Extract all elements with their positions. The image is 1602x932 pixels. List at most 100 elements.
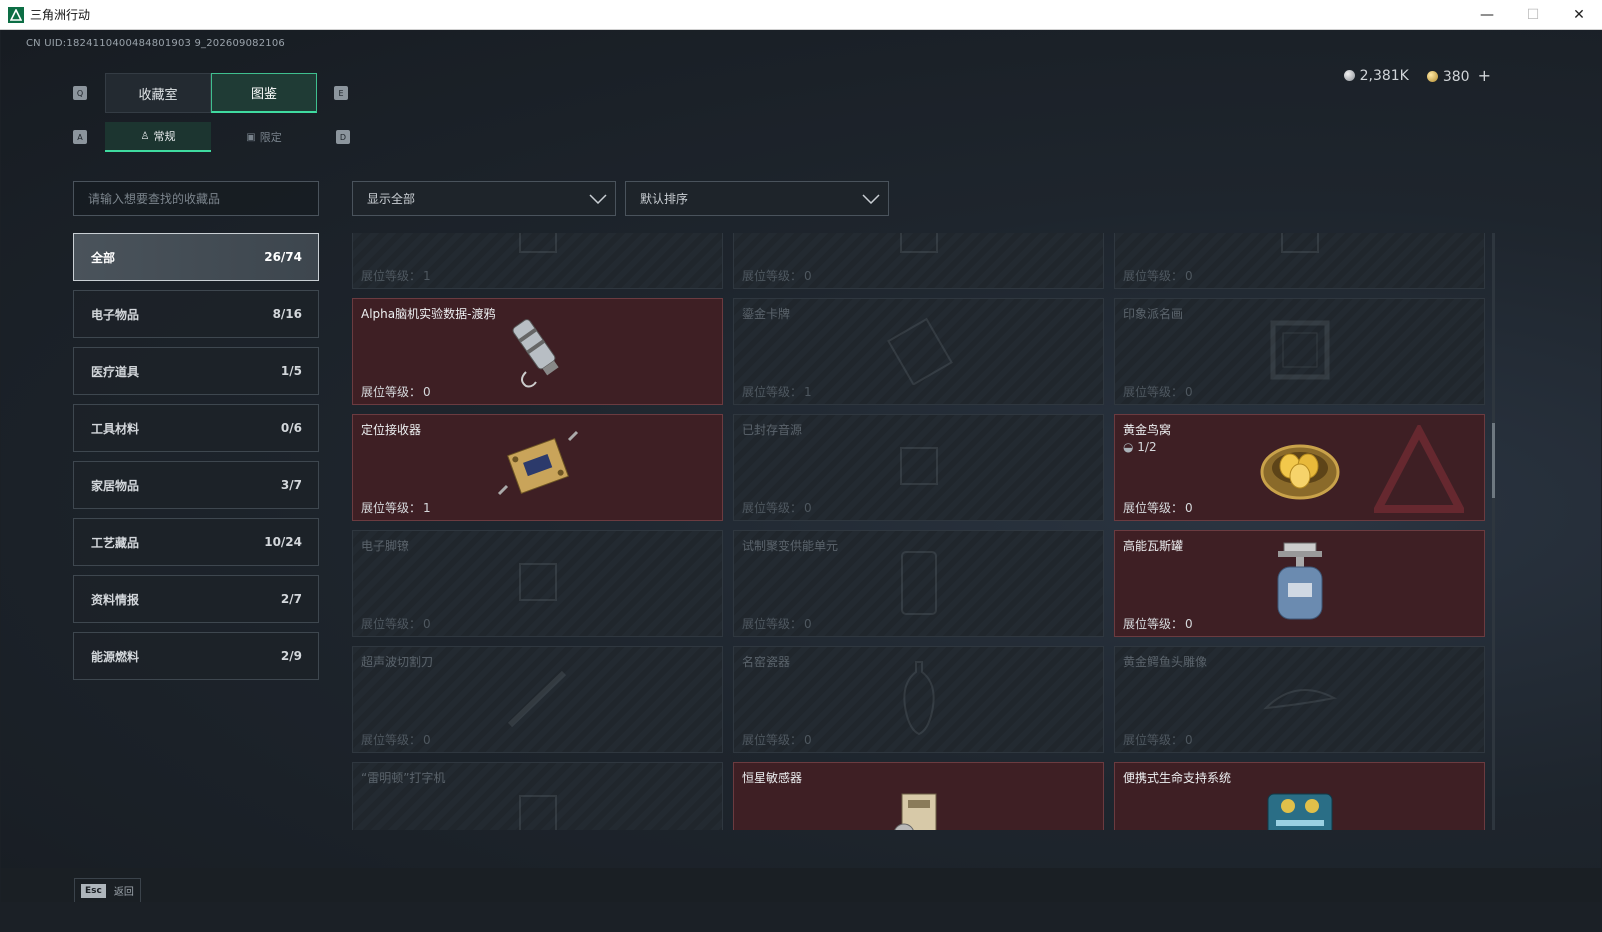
collection-card-name: 黄金鸟窝: [1123, 423, 1172, 437]
collection-card-level: 展位等级： 0: [1123, 615, 1193, 632]
scrollbar-thumb[interactable]: [1492, 423, 1495, 498]
category-item[interactable]: 家居物品 3/7: [73, 461, 319, 509]
category-count: 0/6: [280, 421, 302, 435]
collection-search-input[interactable]: [73, 181, 319, 216]
collection-card-level: 展位等级： 0: [742, 499, 812, 516]
collection-card[interactable]: 印象派名画 展位等级： 0: [1114, 298, 1485, 405]
close-button[interactable]: ✕: [1556, 0, 1602, 30]
collection-card-level: 展位等级： 0: [361, 615, 431, 632]
star-sensor-icon: [884, 784, 954, 830]
back-label: 返回: [113, 887, 134, 898]
collection-card[interactable]: 展位等级： 1: [352, 233, 723, 289]
category-item[interactable]: 医疗道具 1/5: [73, 347, 319, 395]
card-icon: [879, 315, 959, 389]
golden-nest-icon: [1258, 430, 1342, 506]
level-label: 展位等级：: [1123, 733, 1184, 747]
category-item[interactable]: 能源燃料 2/9: [73, 632, 319, 680]
count-value: 1/2: [1137, 440, 1157, 454]
crocodile-statue-icon: [1260, 668, 1340, 732]
collection-card[interactable]: 鎏金卡牌 展位等级： 1: [733, 298, 1104, 405]
category-count: 2/7: [280, 592, 302, 606]
level-value: 1: [804, 385, 812, 399]
subtab-regular[interactable]: ♙ 常规: [105, 122, 211, 152]
collection-card-name: 电子脚镣: [361, 539, 410, 553]
collection-card-name: 黄金鳄鱼头雕像: [1123, 655, 1208, 669]
collection-card-level: 展位等级： 0: [1123, 499, 1193, 516]
level-value: 0: [1185, 501, 1193, 515]
category-count: 8/16: [272, 307, 302, 321]
collection-grid-inner: 展位等级： 1 展位等级： 0 展位等级： 0 Alpha脑机实验数据-渡鸦 展位等级： 0 鎏金…: [352, 233, 1485, 830]
category-item[interactable]: 资料情报 2/7: [73, 575, 319, 623]
collection-card[interactable]: 展位等级： 0: [1114, 233, 1485, 289]
collection-card[interactable]: 超声波切割刀 展位等级： 0: [352, 646, 723, 753]
level-value: 0: [804, 501, 812, 515]
main-tabs: 收藏室 图鉴: [105, 73, 317, 113]
chevron-down-icon: [862, 193, 880, 204]
key-hint-q: Q: [73, 86, 87, 100]
collection-card-name: 超声波切割刀: [361, 655, 434, 669]
minimize-button[interactable]: —: [1464, 0, 1510, 30]
collection-card-level: 展位等级： 0: [1123, 267, 1193, 284]
category-count: 10/24: [264, 535, 302, 549]
delta-emblem-icon: [1371, 422, 1467, 519]
collection-card[interactable]: 高能瓦斯罐 展位等级： 0: [1114, 530, 1485, 637]
category-count: 26/74: [264, 250, 302, 264]
category-item[interactable]: 电子物品 8/16: [73, 290, 319, 338]
collection-card[interactable]: “雷明顿”打字机展位等级：0: [352, 762, 723, 830]
window-titlebar: 三角洲行动 — ☐ ✕: [0, 0, 1602, 30]
level-label: 展位等级：: [1123, 269, 1184, 283]
collection-card[interactable]: 电子脚镣展位等级： 0: [352, 530, 723, 637]
collection-card-name: 恒星敏感器: [742, 771, 803, 785]
tab-catalog[interactable]: 图鉴: [211, 73, 317, 113]
level-value: 0: [423, 385, 431, 399]
subtab-limited[interactable]: ▣ 限定: [211, 122, 317, 152]
collection-card[interactable]: 恒星敏感器展位等级：0: [733, 762, 1104, 830]
gas-canister-icon: [1270, 539, 1330, 629]
collection-card[interactable]: 试制聚变供能单元 展位等级： 0: [733, 530, 1104, 637]
level-label: 展位等级：: [361, 733, 422, 747]
collection-card[interactable]: 已封存音源展位等级： 0: [733, 414, 1104, 521]
collection-card[interactable]: 便携式生命支持系统展位等级：0: [1114, 762, 1485, 830]
back-button[interactable]: Esc 返回: [74, 878, 141, 902]
collection-card[interactable]: Alpha脑机实验数据-渡鸦 展位等级： 0: [352, 298, 723, 405]
uid-label: CN UID:1824110400484801903 9_20260908210…: [26, 38, 285, 49]
level-label: 展位等级：: [742, 501, 803, 515]
add-currency-button[interactable]: +: [1478, 66, 1491, 85]
category-item[interactable]: 全部 26/74: [73, 233, 319, 281]
level-label: 展位等级：: [1123, 385, 1184, 399]
maximize-button[interactable]: ☐: [1510, 0, 1556, 30]
level-value: 0: [423, 733, 431, 747]
subtab-limited-label: 限定: [259, 131, 282, 144]
footer-bar: Esc 返回: [1, 868, 1601, 902]
collection-card-name: 已封存音源: [742, 423, 803, 437]
level-label: 展位等级：: [742, 733, 803, 747]
category-label: 全部: [91, 250, 116, 265]
collection-card[interactable]: 黄金鸟窝 ◒ 1/2 展位等级： 0: [1114, 414, 1485, 521]
collection-card-level: 展位等级： 1: [361, 267, 431, 284]
filter-dropdown[interactable]: 显示全部: [352, 181, 616, 216]
collection-card-name: 试制聚变供能单元: [742, 539, 839, 553]
collection-card[interactable]: 展位等级： 0: [733, 233, 1104, 289]
collection-card-name: 便携式生命支持系统: [1123, 771, 1232, 785]
helmet-icon: [508, 233, 568, 268]
app-logo-icon: [8, 6, 24, 23]
window-title: 三角洲行动: [30, 8, 91, 22]
key-hint-d: D: [336, 130, 350, 144]
collection-card[interactable]: 黄金鳄鱼头雕像 展位等级： 0: [1114, 646, 1485, 753]
collection-card[interactable]: 定位接收器 展位等级： 1: [352, 414, 723, 521]
grid-scrollbar[interactable]: [1492, 233, 1495, 830]
game-screen: CN UID:1824110400484801903 9_20260908210…: [1, 30, 1601, 902]
collection-card-level: 展位等级： 1: [361, 499, 431, 516]
level-value: 0: [804, 269, 812, 283]
tab-collection-room[interactable]: 收藏室: [105, 73, 211, 113]
collection-card-level: 展位等级： 0: [742, 615, 812, 632]
category-item[interactable]: 工艺藏品 10/24: [73, 518, 319, 566]
category-label: 资料情报: [91, 592, 140, 607]
sort-dropdown[interactable]: 默认排序: [625, 181, 889, 216]
level-label: 展位等级：: [1123, 501, 1184, 515]
esc-key-hint: Esc: [81, 883, 106, 898]
category-count: 1/5: [280, 364, 302, 378]
category-item[interactable]: 工具材料 0/6: [73, 404, 319, 452]
collection-card-level: 展位等级： 0: [361, 731, 431, 748]
collection-card[interactable]: 名窑瓷器 展位等级： 0: [733, 646, 1104, 753]
